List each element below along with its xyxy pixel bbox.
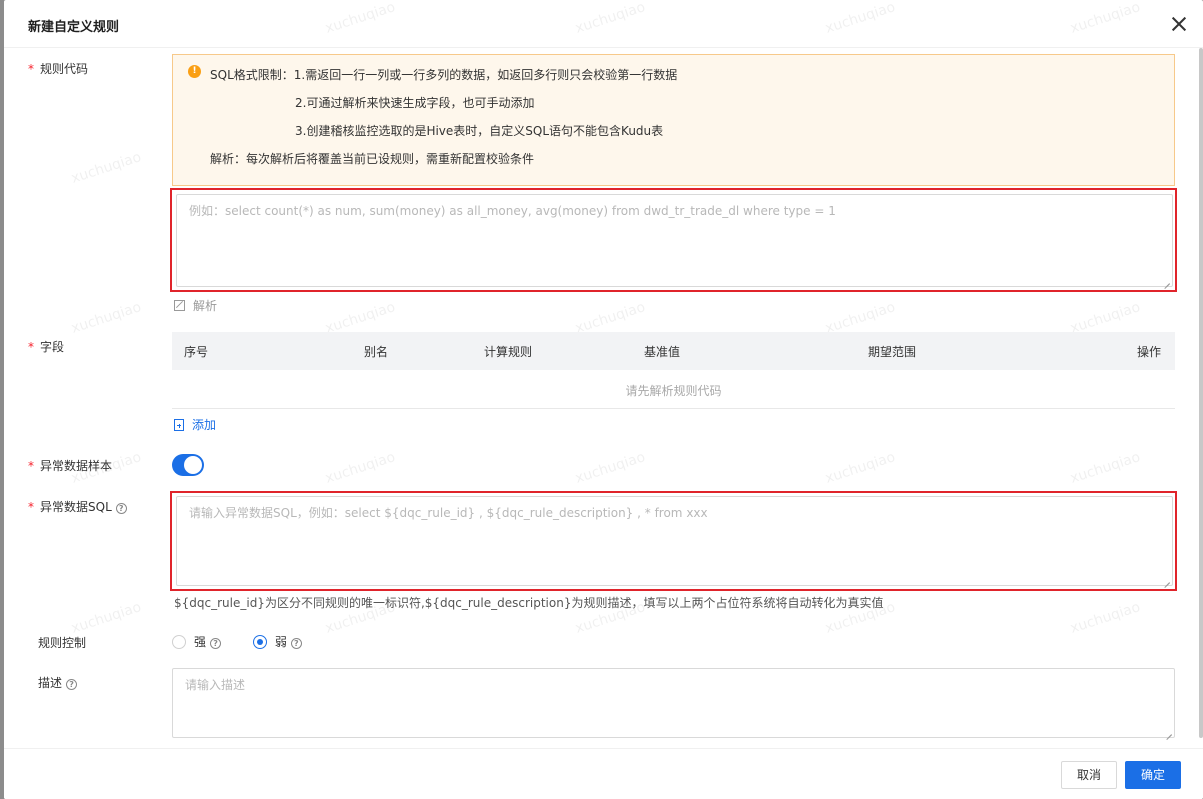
watermark: xuchuqiao — [323, 449, 398, 487]
column-header-baseline: 基准值 — [644, 345, 681, 359]
parse-label: 解析 — [193, 299, 218, 313]
resize-handle[interactable] — [1165, 728, 1173, 736]
resize-handle[interactable] — [1163, 277, 1171, 285]
dialog-title: 新建自定义规则 — [28, 20, 120, 35]
close-icon[interactable] — [1169, 14, 1189, 34]
table-header: 序号 别名 计算规则 基准值 期望范围 操作 — [172, 332, 1175, 370]
abnormal-sql-label: 异常数据SQL? — [28, 498, 127, 515]
rule-code-textarea[interactable]: 例如：select count(*) as num, sum(money) as… — [176, 194, 1173, 287]
watermark: xuchuqiao — [573, 449, 648, 487]
watermark: xuchuqiao — [823, 449, 898, 487]
notice-line: 3.创建稽核监控选取的是Hive表时，自定义SQL语句不能包含Kudu表 — [295, 124, 664, 138]
add-field-button[interactable]: 添加 — [174, 416, 216, 433]
rule-code-label: 规则代码 — [28, 60, 88, 77]
column-header-actions: 操作 — [1137, 345, 1162, 359]
fields-table: 序号 别名 计算规则 基准值 期望范围 操作 请先解析规则代码 — [172, 332, 1175, 409]
radio-strong-label: 强 — [194, 635, 207, 649]
rule-control-label: 规则控制 — [38, 636, 87, 650]
table-empty-text: 请先解析规则代码 — [625, 384, 722, 398]
radio-circle — [172, 635, 186, 649]
abnormal-sample-label: 异常数据样本 — [28, 457, 112, 474]
table-body: 请先解析规则代码 — [172, 370, 1175, 409]
add-doc-icon — [174, 419, 184, 431]
radio-circle — [252, 635, 267, 649]
cancel-button[interactable]: 取消 — [1061, 761, 1117, 789]
switch-knob — [184, 456, 202, 474]
rule-code-placeholder: 例如：select count(*) as num, sum(money) as… — [189, 204, 836, 218]
watermark: xuchuqiao — [69, 599, 144, 637]
resize-handle[interactable] — [1163, 576, 1171, 584]
watermark: xuchuqiao — [69, 299, 144, 337]
description-textarea[interactable]: 请输入描述 — [172, 668, 1175, 738]
field-label: 字段 — [28, 338, 64, 355]
help-icon[interactable]: ? — [66, 679, 78, 690]
new-custom-rule-dialog: xuchuqiao xuchuqiao xuchuqiao xuchuqiao … — [4, 0, 1203, 799]
column-header-calc-rule: 计算规则 — [484, 345, 533, 359]
notice-line: 2.可通过解析来快速生成字段，也可手动添加 — [295, 96, 535, 110]
radio-weak[interactable]: 弱? — [252, 633, 302, 650]
notice-line: 解析：每次解析后将覆盖当前已设规则，需重新配置校验条件 — [210, 152, 535, 166]
help-icon[interactable]: ? — [290, 638, 302, 649]
radio-strong[interactable]: 强? — [172, 633, 222, 650]
description-placeholder: 请输入描述 — [185, 678, 246, 692]
abnormal-sql-placeholder: 请输入异常数据SQL，例如：select ${dqc_rule_id} , ${… — [189, 506, 708, 520]
radio-weak-label: 弱 — [274, 635, 287, 649]
watermark: xuchuqiao — [1068, 599, 1143, 637]
add-label: 添加 — [192, 418, 217, 432]
help-icon[interactable]: ? — [115, 503, 127, 514]
column-header-index: 序号 — [184, 345, 209, 359]
abnormal-sql-textarea[interactable]: 请输入异常数据SQL，例如：select ${dqc_rule_id} , ${… — [176, 496, 1173, 586]
notice-line: SQL格式限制：1.需返回一行一列或一行多列的数据，如返回多行则只会校验第一行数… — [210, 68, 678, 82]
sql-format-notice: ! SQL格式限制：1.需返回一行一列或一行多列的数据，如返回多行则只会校验第一… — [172, 54, 1175, 186]
column-header-alias: 别名 — [364, 345, 389, 359]
dialog-header: 新建自定义规则 — [4, 0, 1203, 48]
scrollbar[interactable] — [1199, 48, 1203, 738]
dialog-footer: 取消 确定 — [4, 748, 1203, 799]
abnormal-sample-switch[interactable] — [172, 454, 204, 476]
ok-button[interactable]: 确定 — [1125, 761, 1181, 789]
watermark: xuchuqiao — [69, 149, 144, 187]
rule-control-radio-group: 强? 弱? — [172, 633, 330, 650]
edit-icon — [174, 300, 185, 311]
column-header-expected-range: 期望范围 — [868, 345, 917, 359]
description-label: 描述? — [28, 674, 78, 691]
warning-icon: ! — [188, 65, 201, 78]
watermark: xuchuqiao — [1068, 449, 1143, 487]
abnormal-sql-hint: ${dqc_rule_id}为区分不同规则的唯一标识符,${dqc_rule_d… — [174, 596, 884, 610]
parse-button[interactable]: 解析 — [174, 297, 217, 314]
help-icon[interactable]: ? — [210, 638, 222, 649]
